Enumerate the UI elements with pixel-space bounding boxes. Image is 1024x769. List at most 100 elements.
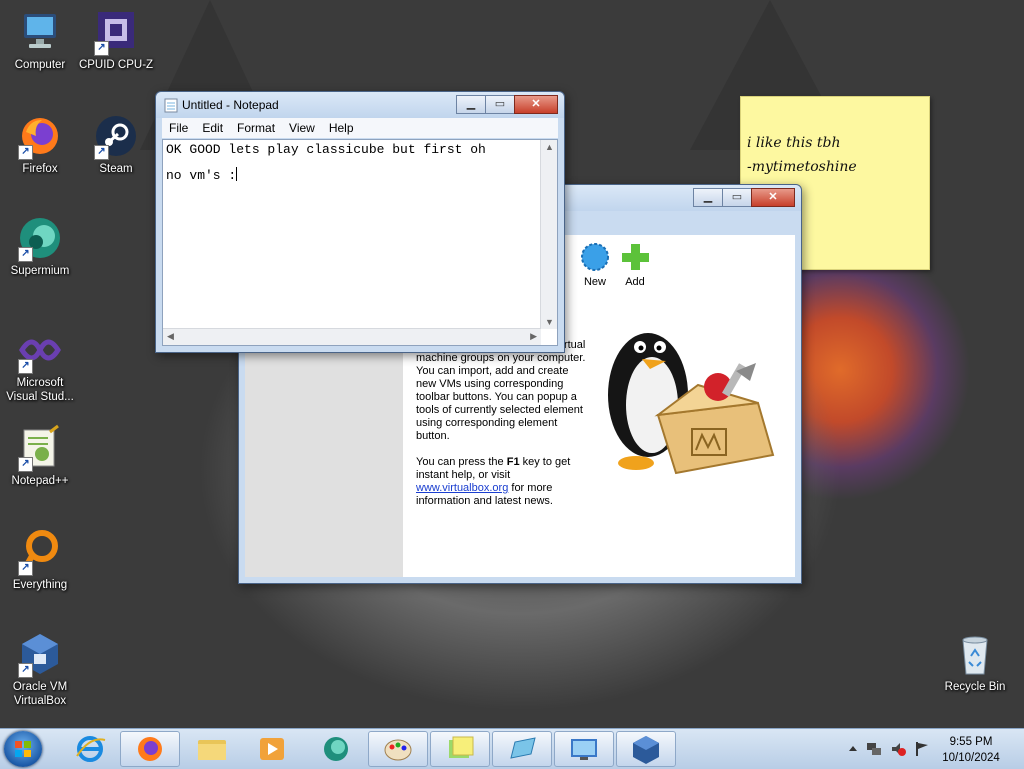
windows-logo-icon (15, 741, 31, 757)
desktop-icon-visual-studio[interactable]: ↗ Microsoft Visual Stud... (0, 326, 80, 404)
everything-icon: ↗ (16, 528, 64, 576)
menu-file[interactable]: File (162, 121, 195, 135)
desktop-icon-computer[interactable]: Computer (0, 8, 80, 72)
maximize-button[interactable]: ▭ (722, 188, 752, 207)
tool-label: New (583, 276, 606, 288)
start-button[interactable] (4, 731, 42, 767)
media-player-icon (260, 738, 284, 760)
desktop-icon-label: CPUID CPU-Z (78, 59, 154, 71)
window-title: Untitled - Notepad (182, 98, 279, 112)
volume-muted-icon[interactable] (890, 741, 906, 757)
notepad-window[interactable]: Untitled - Notepad ▁ ▭ ✕ File Edit Forma… (155, 91, 565, 353)
desktop-icon-everything[interactable]: ↗ Everything (0, 528, 80, 592)
welcome-paragraph: lists all virtual machines and virtual m… (416, 339, 586, 442)
minimize-button[interactable]: ▁ (456, 95, 486, 114)
visual-studio-icon: ↗ (16, 326, 64, 374)
minimize-button[interactable]: ▁ (693, 188, 723, 207)
help-paragraph: You can press the F1 key to get instant … (416, 456, 586, 508)
desktop-icon-supermium[interactable]: ↗ Supermium (0, 214, 80, 278)
scroll-right-icon[interactable]: ▶ (530, 331, 537, 342)
desktop-icon-steam[interactable]: ↗ Steam (76, 112, 156, 176)
scroll-left-icon[interactable]: ◀ (167, 331, 174, 342)
recycle-bin-icon (951, 630, 999, 678)
taskbar-media-player[interactable] (242, 731, 302, 767)
firefox-icon (138, 737, 162, 761)
taskbar-sticky-notes[interactable] (430, 731, 490, 767)
desktop-icon-notepadpp[interactable]: ↗ Notepad++ (0, 424, 80, 488)
sticky-note-line: i like this tbh (747, 135, 841, 151)
close-button[interactable]: ✕ (514, 95, 558, 114)
desktop-icon-label: Recycle Bin (944, 681, 1006, 693)
computer-icon (16, 8, 64, 56)
network-icon[interactable] (866, 741, 882, 757)
text-line-current: no vm's : (163, 166, 557, 192)
horizontal-scrollbar[interactable]: ◀ ▶ (163, 328, 541, 345)
notepadpp-icon: ↗ (16, 424, 64, 472)
maximize-button[interactable]: ▭ (485, 95, 515, 114)
menu-format[interactable]: Format (230, 121, 282, 135)
desktop-icon-cpuz[interactable]: ↗ CPUID CPU-Z (76, 8, 156, 72)
help-text: You can press the (416, 456, 507, 468)
taskbar-file-explorer[interactable] (182, 731, 242, 767)
cpuz-icon: ↗ (92, 8, 140, 56)
add-vm-button[interactable]: Add (615, 241, 655, 288)
taskbar: 9:55 PM 10/10/2024 (0, 728, 1024, 769)
desktop-icon-recycle-bin[interactable]: Recycle Bin (935, 630, 1015, 694)
show-hidden-icons-icon[interactable] (848, 743, 858, 753)
clock-date: 10/10/2024 (942, 752, 1000, 764)
action-center-flag-icon[interactable] (914, 741, 930, 757)
taskbar-notepad[interactable] (492, 731, 552, 767)
clock[interactable]: 9:55 PM 10/10/2024 (936, 734, 1006, 766)
menu-bar: File Edit Format View Help (162, 118, 558, 138)
steam-icon: ↗ (92, 112, 140, 160)
new-vm-button[interactable]: New (575, 241, 615, 288)
tool-label: Add (625, 276, 645, 288)
desktop-icon-label: Notepad++ (11, 475, 69, 487)
scroll-up-icon[interactable]: ▲ (545, 142, 554, 152)
menu-edit[interactable]: Edit (195, 121, 230, 135)
vertical-scrollbar[interactable]: ▲ ▼ (540, 140, 557, 329)
penguin-toolbox-illustration (608, 333, 775, 475)
system-tray: 9:55 PM 10/10/2024 (834, 729, 1024, 769)
title-bar[interactable]: Untitled - Notepad ▁ ▭ ✕ (156, 92, 564, 118)
text-line: OK GOOD lets play classicube but first o… (166, 142, 486, 157)
desktop-icon-label: Computer (14, 59, 66, 71)
supermium-icon: ↗ (16, 214, 64, 262)
close-button[interactable]: ✕ (751, 188, 795, 207)
virtualbox-icon: ↗ (16, 630, 64, 678)
internet-explorer-icon (76, 736, 106, 762)
welcome-text: lists all virtual machines and virtual m… (416, 339, 586, 521)
taskbar-supermium[interactable] (306, 731, 366, 767)
menu-help[interactable]: Help (322, 121, 361, 135)
f1-key: F1 (506, 456, 520, 468)
text-editor[interactable]: OK GOOD lets play classicube but first o… (162, 139, 558, 346)
new-vm-icon (581, 243, 609, 271)
remote-desktop-icon (571, 739, 597, 760)
firefox-icon: ↗ (16, 112, 64, 160)
desktop-icon-label: Firefox (22, 163, 58, 175)
desktop-icon-label: Everything (12, 579, 68, 591)
clock-time: 9:55 PM (949, 736, 993, 748)
taskbar-remote-desktop[interactable] (554, 731, 614, 767)
scroll-down-icon[interactable]: ▼ (545, 317, 554, 327)
taskbar-paint[interactable] (368, 731, 428, 767)
text-caret (236, 167, 238, 181)
add-icon (622, 244, 649, 270)
virtualbox-link[interactable]: www.virtualbox.org (416, 482, 508, 494)
sticky-note-line: -mytimetoshine (747, 159, 857, 175)
taskbar-internet-explorer[interactable] (60, 731, 120, 767)
sticky-notes-icon (449, 736, 474, 758)
virtualbox-icon (633, 736, 659, 764)
desktop-icon-label: Steam (99, 163, 133, 175)
desktop-icon-label: Supermium (10, 265, 70, 277)
paint-icon (384, 739, 412, 761)
menu-view[interactable]: View (282, 121, 322, 135)
desktop-icon-firefox[interactable]: ↗ Firefox (0, 112, 80, 176)
notepad-icon (164, 98, 178, 113)
taskbar-virtualbox[interactable] (616, 731, 676, 767)
notepad-icon (510, 737, 536, 759)
text-line: no vm's : (166, 168, 237, 183)
desktop-icon-virtualbox[interactable]: ↗ Oracle VM VirtualBox (0, 630, 80, 708)
taskbar-firefox[interactable] (120, 731, 180, 767)
desktop-icon-label: Oracle VM VirtualBox (12, 681, 68, 707)
